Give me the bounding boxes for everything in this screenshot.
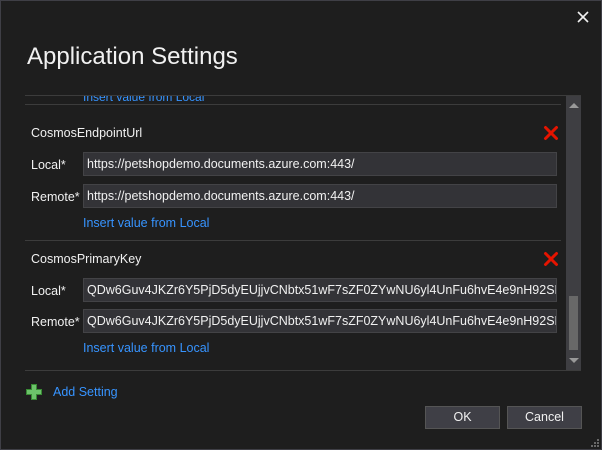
scroll-up-arrow-icon[interactable] xyxy=(569,103,579,108)
setting-separator xyxy=(25,240,561,241)
insert-value-from-local-link[interactable]: Insert value from Local xyxy=(83,341,209,355)
remote-label: Remote* xyxy=(31,190,80,204)
resize-grip-icon[interactable] xyxy=(591,439,599,447)
local-value-input[interactable] xyxy=(83,152,557,176)
local-label: Local* xyxy=(31,158,66,172)
setting-name: CosmosEndpointUrl xyxy=(31,126,143,140)
remote-value-input[interactable] xyxy=(83,309,557,333)
local-label: Local* xyxy=(31,284,66,298)
green-plus-icon xyxy=(26,384,42,400)
add-setting-label: Add Setting xyxy=(53,385,118,399)
local-value-input[interactable] xyxy=(83,278,557,302)
cancel-button[interactable]: Cancel xyxy=(507,406,582,429)
close-icon[interactable] xyxy=(575,9,591,25)
scroll-down-arrow-icon[interactable] xyxy=(569,358,579,363)
insert-value-from-local-link[interactable]: Insert value from Local xyxy=(83,216,209,230)
remote-label: Remote* xyxy=(31,315,80,329)
red-x-icon[interactable] xyxy=(543,125,559,141)
vertical-scrollbar[interactable] xyxy=(566,96,581,370)
setting-separator xyxy=(25,104,561,105)
application-settings-dialog: Application Settings Insert value from L… xyxy=(0,0,602,450)
ok-button[interactable]: OK xyxy=(425,406,500,429)
previous-insert-value-link[interactable]: Insert value from Local xyxy=(83,96,204,104)
remote-value-input[interactable] xyxy=(83,184,557,208)
settings-list: Insert value from Local CosmosEndpointUr… xyxy=(25,95,581,371)
scrollbar-thumb[interactable] xyxy=(569,296,578,350)
red-x-icon[interactable] xyxy=(543,251,559,267)
dialog-title: Application Settings xyxy=(27,43,238,70)
setting-name: CosmosPrimaryKey xyxy=(31,252,142,266)
